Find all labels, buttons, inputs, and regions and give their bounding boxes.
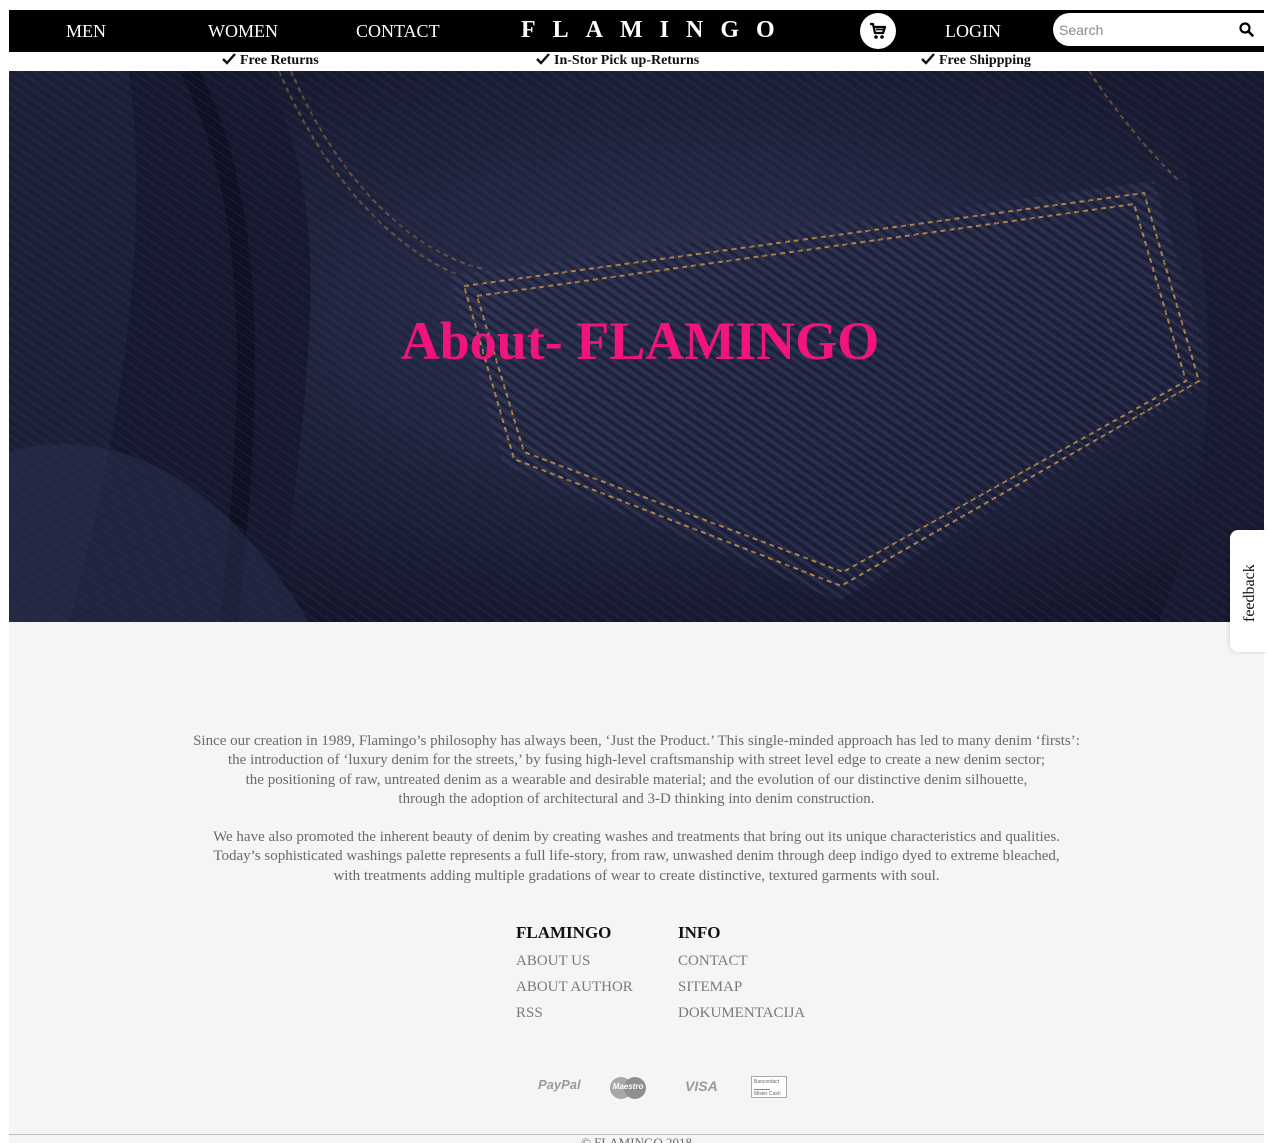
check-icon: [536, 53, 550, 65]
cart-button[interactable]: [860, 13, 896, 49]
about-line: the positioning of raw, untreated denim …: [245, 771, 1028, 788]
bancontact-text: Mister Cash: [754, 1091, 781, 1097]
about-line: Since our creation in 1989, Flamingo’s p…: [193, 733, 1080, 749]
footer-link-sitemap[interactable]: SITEMAP: [678, 974, 805, 1000]
login-link[interactable]: LOGIN: [945, 21, 1001, 41]
footer-heading: FLAMINGO: [516, 923, 612, 942]
footer-link-about-author[interactable]: ABOUT AUTHOR: [516, 974, 633, 1000]
feedback-label: feedback: [1241, 564, 1258, 622]
about-line: We have also promoted the inherent beaut…: [213, 829, 1060, 846]
benefit-free-shipping: Free Shippping: [921, 53, 1031, 69]
footer-link-contact[interactable]: CONTACT: [678, 948, 805, 974]
about-line: through the adoption of architectural an…: [398, 790, 875, 807]
search-box: [1053, 13, 1264, 46]
visa-logo: VISA: [685, 1078, 718, 1094]
about-paragraph-2: We have also promoted the inherent beaut…: [9, 828, 1264, 886]
page: MEN WOMEN CONTACT FLAMINGO LOGIN Free Re…: [9, 10, 1264, 1143]
bancontact-logo: Bancontact Mister Cash: [751, 1076, 787, 1098]
footer-column-info: INFO CONTACT SITEMAP DOKUMENTACIJA: [678, 922, 805, 1026]
check-icon: [222, 53, 236, 65]
hero-banner: About- FLAMINGO: [9, 71, 1264, 622]
about-text: Since our creation in 1989, Flamingo’s p…: [9, 732, 1264, 905]
footer-heading: INFO: [678, 923, 721, 942]
about-paragraph-1: Since our creation in 1989, Flamingo’s p…: [9, 732, 1264, 809]
check-icon: [921, 53, 935, 65]
brand-logo[interactable]: FLAMINGO: [521, 16, 792, 44]
feedback-tab[interactable]: feedback: [1230, 530, 1267, 652]
nav-link-contact[interactable]: CONTACT: [356, 21, 440, 41]
footer-column-flamingo: FLAMINGO ABOUT US ABOUT AUTHOR RSS: [516, 922, 633, 1026]
benefits-strip: Free Returns In-Stor Pick up-Returns Fre…: [9, 52, 1264, 71]
benefit-label: In-Stor Pick up-Returns: [554, 53, 700, 68]
benefit-pickup: In-Stor Pick up-Returns: [536, 53, 699, 69]
bancontact-text: Bancontact: [754, 1079, 780, 1085]
benefit-label: Free Returns: [240, 53, 319, 68]
footer-link-rss[interactable]: RSS: [516, 1000, 633, 1026]
about-line: Today’s sophisticated washings palette r…: [213, 848, 1060, 865]
about-line: the introduction of ‘luxury denim for th…: [228, 752, 1045, 769]
search-input[interactable]: [1059, 20, 1229, 40]
benefit-label: Free Shippping: [939, 53, 1031, 68]
nav-link-women[interactable]: WOMEN: [208, 21, 278, 41]
top-navbar: MEN WOMEN CONTACT FLAMINGO LOGIN: [9, 10, 1264, 52]
about-line: with treatments adding multiple gradatio…: [333, 867, 940, 884]
maestro-logo: Maestro: [610, 1077, 646, 1099]
nav-link-men[interactable]: MEN: [66, 21, 106, 41]
search-icon[interactable]: [1239, 22, 1254, 37]
benefit-free-returns: Free Returns: [222, 53, 319, 69]
maestro-text: Maestro: [612, 1082, 644, 1091]
paypal-logo: PayPal: [538, 1077, 581, 1092]
bancontact-mark: [754, 1086, 770, 1090]
footer-link-about-us[interactable]: ABOUT US: [516, 948, 633, 974]
hero-title: About- FLAMINGO: [400, 311, 880, 371]
footer-link-dokumentacija[interactable]: DOKUMENTACIJA: [678, 1000, 805, 1026]
copyright-text: © FLAMINGO 2018: [581, 1135, 692, 1143]
cart-icon: [870, 22, 887, 39]
